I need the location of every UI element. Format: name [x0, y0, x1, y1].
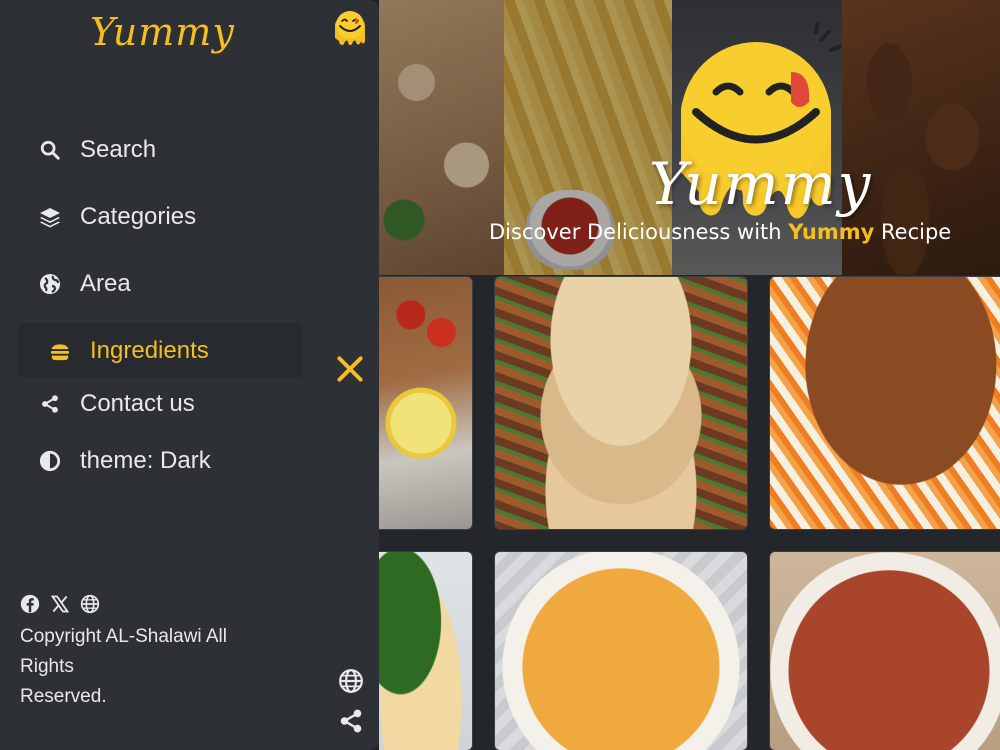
social-links [20, 594, 100, 614]
tagline-suffix: Recipe [874, 220, 952, 244]
app-logo[interactable]: Yummy [90, 10, 235, 54]
copyright-line: Rights [20, 656, 74, 677]
globe-icon [38, 272, 62, 296]
menu-item-label: Categories [80, 202, 197, 230]
side-menu-list: Search Categories Area Ingredients Conta… [18, 122, 303, 500]
meal-card[interactable] [769, 551, 1000, 750]
x-icon[interactable] [50, 594, 70, 614]
main-content: Yummy Discover Deliciousness with Yummy … [379, 0, 1000, 750]
side-rail [321, 0, 379, 750]
globe-icon[interactable] [338, 668, 364, 694]
meal-card[interactable] [379, 276, 473, 530]
hero-logo: Yummy [649, 150, 873, 218]
menu-item-ingredients[interactable]: Ingredients [18, 323, 303, 378]
tagline-prefix: Discover Deliciousness with [489, 220, 789, 244]
tagline-brand: Yummy [788, 220, 875, 244]
menu-item-contact-us[interactable]: Contact us [18, 376, 303, 431]
search-icon [38, 138, 62, 162]
hero-tagline: Discover Deliciousness with Yummy Recipe [489, 220, 951, 244]
meal-card[interactable] [769, 276, 1000, 530]
meal-card[interactable] [379, 551, 473, 750]
side-menu: Yummy Search Categories Area Ingredients [0, 0, 321, 750]
meal-card[interactable] [494, 276, 748, 530]
meal-card[interactable] [494, 551, 748, 750]
share-icon[interactable] [338, 708, 364, 734]
menu-item-label: theme: Dark [80, 446, 211, 474]
menu-item-theme-toggle[interactable]: theme: Dark [18, 433, 303, 488]
menu-item-label: Ingredients [90, 336, 209, 364]
share-icon [38, 392, 62, 416]
menu-item-label: Area [80, 269, 131, 297]
half-circle-icon [38, 449, 62, 473]
menu-item-categories[interactable]: Categories [18, 189, 303, 244]
hero-banner: Yummy Discover Deliciousness with Yummy … [379, 0, 1000, 275]
layers-icon [38, 205, 62, 229]
burger-icon [48, 339, 72, 363]
smiley-logo-icon[interactable] [333, 8, 367, 46]
copyright-line: Copyright AL-Shalawi All [20, 626, 227, 647]
menu-item-label: Search [80, 135, 157, 163]
facebook-icon[interactable] [20, 594, 40, 614]
globe-icon[interactable] [80, 594, 100, 614]
copyright-line: Reserved. [20, 686, 107, 707]
menu-item-search[interactable]: Search [18, 122, 303, 177]
menu-item-area[interactable]: Area [18, 256, 303, 311]
menu-item-label: Contact us [80, 389, 195, 417]
close-menu-button[interactable] [335, 354, 365, 384]
copyright-text: Copyright AL-Shalawi All Rights Reserved… [20, 622, 280, 712]
